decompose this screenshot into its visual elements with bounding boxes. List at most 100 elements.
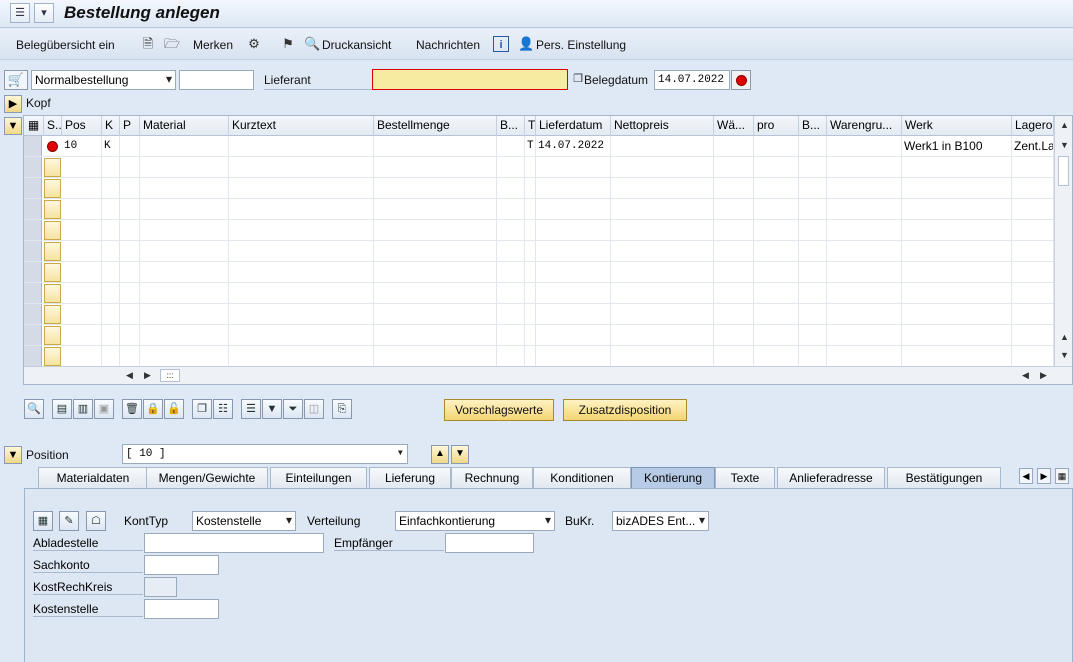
- table-cell[interactable]: [102, 283, 120, 304]
- dropdown-menu-icon[interactable]: ▾: [34, 3, 54, 23]
- sort-icon[interactable]: ☰: [241, 399, 261, 419]
- table-cell[interactable]: [536, 325, 611, 346]
- table-row[interactable]: [24, 304, 1054, 325]
- table-cell[interactable]: [102, 262, 120, 283]
- tab-mengen-gewichte[interactable]: Mengen/Gewichte: [146, 467, 268, 488]
- table-cell[interactable]: [62, 199, 102, 220]
- table-cell[interactable]: [374, 178, 497, 199]
- table-cell[interactable]: [1012, 262, 1054, 283]
- table-cell[interactable]: [374, 304, 497, 325]
- table-cell[interactable]: [120, 283, 140, 304]
- table-cell[interactable]: [525, 178, 536, 199]
- table-cell[interactable]: [140, 346, 229, 367]
- tab-materialdaten[interactable]: Materialdaten: [38, 467, 148, 488]
- vertical-scrollbar[interactable]: ▲ ▼ ▲ ▼: [1054, 116, 1072, 366]
- table-cell[interactable]: [120, 346, 140, 367]
- table-cell[interactable]: [536, 283, 611, 304]
- table-cell[interactable]: [799, 178, 827, 199]
- table-cell[interactable]: [714, 283, 754, 304]
- hold-icon[interactable]: ⚑: [280, 36, 296, 52]
- table-cell[interactable]: [120, 157, 140, 178]
- table-cell[interactable]: [902, 178, 1012, 199]
- table-cell[interactable]: [120, 262, 140, 283]
- table-cell[interactable]: [714, 199, 754, 220]
- zusatzdisposition-button[interactable]: Zusatzdisposition: [563, 399, 687, 421]
- table-cell[interactable]: [497, 304, 525, 325]
- row-status-cell[interactable]: [44, 305, 61, 324]
- table-cell[interactable]: [497, 199, 525, 220]
- merken-button[interactable]: Merken: [193, 38, 233, 52]
- table-cell[interactable]: [611, 199, 714, 220]
- table-cell[interactable]: [827, 304, 902, 325]
- table-cell[interactable]: [140, 304, 229, 325]
- table-cell[interactable]: [536, 262, 611, 283]
- table-cell[interactable]: [827, 199, 902, 220]
- col-werk[interactable]: Werk: [902, 116, 1012, 136]
- other-document-icon[interactable]: 🗁: [164, 36, 180, 52]
- scroll-down-small-icon[interactable]: ▼: [1060, 140, 1069, 150]
- print-icon[interactable]: ⎘: [332, 399, 352, 419]
- table-cell[interactable]: [525, 220, 536, 241]
- table-cell[interactable]: [62, 262, 102, 283]
- table-cell[interactable]: [754, 178, 799, 199]
- next-item-icon[interactable]: ▼: [451, 445, 469, 464]
- table-cell[interactable]: [140, 262, 229, 283]
- table-cell[interactable]: [102, 346, 120, 367]
- table-cell[interactable]: [799, 346, 827, 367]
- table-cell[interactable]: [102, 241, 120, 262]
- table-cell[interactable]: [1012, 304, 1054, 325]
- table-cell[interactable]: [714, 157, 754, 178]
- table-cell[interactable]: [120, 199, 140, 220]
- table-cell[interactable]: [799, 262, 827, 283]
- col-k[interactable]: K: [102, 116, 120, 136]
- row-status-cell[interactable]: [44, 221, 61, 240]
- table-cell[interactable]: [1012, 199, 1054, 220]
- table-cell[interactable]: [140, 157, 229, 178]
- table-cell[interactable]: [754, 304, 799, 325]
- col-t[interactable]: T: [525, 116, 536, 136]
- table-cell[interactable]: [754, 346, 799, 367]
- table-cell[interactable]: [374, 220, 497, 241]
- table-cell[interactable]: [754, 220, 799, 241]
- personal-settings-icon[interactable]: 👤: [518, 36, 534, 52]
- table-cell[interactable]: [611, 220, 714, 241]
- table-cell[interactable]: [536, 178, 611, 199]
- table-cell[interactable]: [140, 199, 229, 220]
- table-cell[interactable]: [102, 304, 120, 325]
- tab-anlieferadresse[interactable]: Anlieferadresse: [777, 467, 885, 488]
- grid-config-icon[interactable]: ▦: [24, 116, 44, 136]
- cell-werk[interactable]: Werk1 in B100: [902, 136, 1012, 157]
- tab-rechnung[interactable]: Rechnung: [451, 467, 533, 488]
- table-cell[interactable]: [140, 178, 229, 199]
- table-cell[interactable]: [714, 325, 754, 346]
- table-cell[interactable]: [120, 220, 140, 241]
- col-bme[interactable]: B...: [497, 116, 525, 136]
- filter-funnel-icon[interactable]: ⏷: [283, 399, 303, 419]
- table-cell[interactable]: [827, 157, 902, 178]
- lock-icon[interactable]: 🔒: [143, 399, 163, 419]
- kostenstelle-input[interactable]: [144, 599, 219, 619]
- table-cell[interactable]: [229, 283, 374, 304]
- app-menu-icon[interactable]: ☰: [10, 3, 30, 23]
- table-cell[interactable]: [611, 346, 714, 367]
- tab-kontierung[interactable]: Kontierung: [631, 467, 715, 489]
- table-cell[interactable]: [536, 199, 611, 220]
- table-cell[interactable]: [120, 241, 140, 262]
- table-cell[interactable]: [374, 283, 497, 304]
- row-status-cell[interactable]: [44, 158, 61, 177]
- table-cell[interactable]: [1012, 283, 1054, 304]
- table-cell[interactable]: [1012, 220, 1054, 241]
- table-cell[interactable]: [536, 346, 611, 367]
- scroll-up-end-icon[interactable]: ▲: [1060, 332, 1069, 342]
- table-cell[interactable]: [120, 325, 140, 346]
- table-cell[interactable]: [62, 157, 102, 178]
- konttyp-select[interactable]: Kostenstelle: [192, 511, 296, 531]
- copy-rows-icon[interactable]: ❐: [192, 399, 212, 419]
- table-cell[interactable]: [902, 325, 1012, 346]
- table-cell[interactable]: [525, 241, 536, 262]
- table-cell[interactable]: [497, 220, 525, 241]
- table-cell[interactable]: [902, 283, 1012, 304]
- table-cell[interactable]: [611, 241, 714, 262]
- select-all-icon[interactable]: ▤: [52, 399, 72, 419]
- row-status-cell[interactable]: [44, 347, 61, 366]
